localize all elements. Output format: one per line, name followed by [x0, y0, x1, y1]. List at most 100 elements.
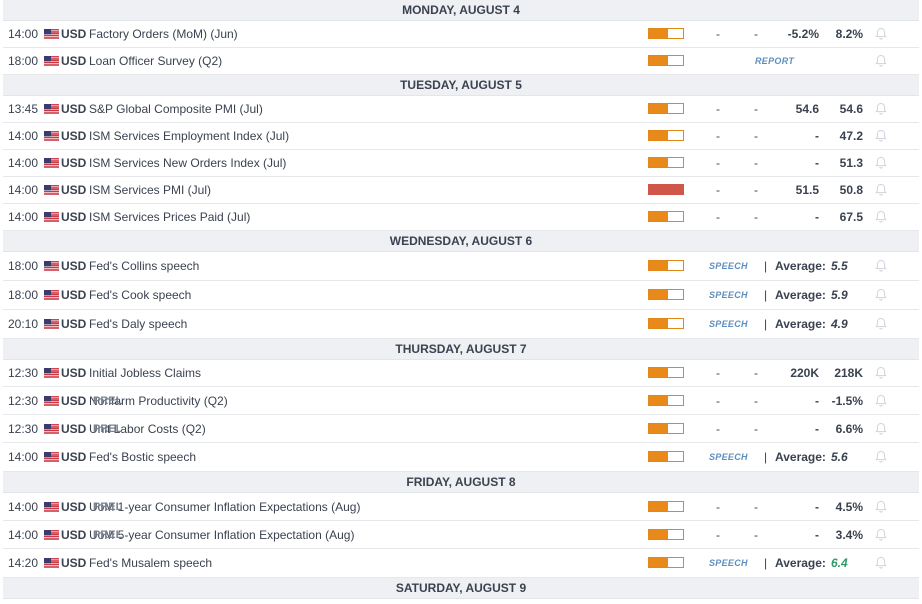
bell-icon[interactable] [874, 183, 888, 197]
bell-icon[interactable] [874, 500, 888, 514]
event-name-text: ISM Services New Orders Index (Jul) [89, 156, 287, 170]
currency-code: USD [61, 421, 87, 436]
us-flag-icon [44, 185, 59, 195]
us-flag-icon [44, 158, 59, 168]
event-name-text: ISM Services Prices Paid (Jul) [89, 210, 251, 224]
importance-bar [648, 318, 684, 329]
day-header: MONDAY, AUGUST 4 [3, 0, 919, 21]
speech-tag: SPEECH [709, 558, 748, 568]
event-row[interactable]: 12:30 USD Unit Labor Costs (Q2) PREL - - -6.6% [3, 415, 919, 443]
average-label: Average: [775, 450, 826, 464]
event-row[interactable]: 14:00 USD ISM Services New Orders Index (J… [3, 150, 919, 177]
importance-fill [649, 395, 668, 405]
previous-value: 54.6 [795, 102, 819, 116]
importance-bar [648, 528, 684, 540]
event-row[interactable]: 12:30 USD Initial Jobless Claims - -220K 218K [3, 360, 919, 387]
bell-icon[interactable] [874, 528, 888, 542]
bell-icon[interactable] [874, 259, 888, 273]
currency-code: USD [61, 527, 87, 542]
importance-fill [649, 290, 668, 299]
event-row[interactable]: 14:00 USD UoM 1-year Consumer Inflation Ex… [3, 493, 919, 521]
event-row[interactable]: 20:10 USD Fed's Daly speech SPEECH | Average:… [3, 310, 919, 339]
bell-icon[interactable] [874, 450, 888, 464]
bell-icon[interactable] [874, 156, 888, 170]
event-row[interactable]: 14:20 USD Fed's Musalem speech SPEECH | Avera… [3, 549, 919, 578]
previous-value: -5.2% [787, 27, 819, 41]
average-value: 6.4 [831, 556, 848, 570]
actual-value: 54.6 [839, 102, 863, 116]
prel-badge: PREL [93, 528, 123, 541]
importance-bar [648, 184, 684, 195]
day-header: SATURDAY, AUGUST 9 [3, 578, 919, 599]
event-time: 20:10 [8, 317, 39, 331]
event-row[interactable]: 12:30 USD Nonfarm Productivity (Q2) PREL - - -… [3, 387, 919, 415]
average-value: 5.9 [831, 288, 848, 302]
event-row[interactable]: 18:00 USD Fed's Collins speech SPEECH | Avera… [3, 252, 919, 281]
bell-icon[interactable] [874, 288, 888, 302]
importance-fill [649, 368, 668, 377]
currency-code: USD [61, 288, 87, 302]
forecast-value: - [716, 366, 720, 380]
importance-bar [648, 289, 684, 300]
event-time: 14:00 [8, 499, 39, 514]
event-row[interactable]: 14:00 USD UoM 5-year Consumer Inflation Ex… [3, 521, 919, 549]
event-time: 14:20 [8, 556, 39, 570]
event-row[interactable]: 14:00 USD ISM Services PMI (Jul) - -51.5 50.8 [3, 177, 919, 204]
bell-icon[interactable] [874, 210, 888, 224]
event-row[interactable]: 14:00 USD Factory Orders (MoM) (Jun) - - -5.2… [3, 21, 919, 48]
event-row[interactable]: 18:00 USD Fed's Cook speech SPEECH | Average:… [3, 281, 919, 310]
prel-badge: PREL [93, 500, 123, 513]
currency-code: USD [61, 393, 87, 408]
event-row[interactable]: 13:45 USD S&P Global Composite PMI (Jul) - -… [3, 96, 919, 123]
previous-value: - [815, 156, 819, 170]
bell-icon[interactable] [874, 556, 888, 570]
bell-icon[interactable] [874, 54, 888, 68]
bell-icon[interactable] [874, 317, 888, 331]
forecast-value: - [716, 156, 720, 170]
prel-badge: PREL [93, 422, 123, 435]
event-time: 14:00 [8, 129, 39, 143]
bell-icon[interactable] [874, 422, 888, 436]
us-flag-icon [44, 368, 59, 378]
us-flag-icon [44, 395, 59, 406]
event-name-text: Fed's Collins speech [89, 259, 200, 273]
day-header: TUESDAY, AUGUST 5 [3, 75, 919, 96]
us-flag-icon [44, 212, 59, 222]
bell-icon[interactable] [874, 27, 888, 41]
importance-fill [649, 185, 683, 194]
event-time: 14:00 [8, 527, 39, 542]
bell-icon[interactable] [874, 366, 888, 380]
event-name-text: Factory Orders (MoM) (Jun) [89, 27, 238, 41]
actual-value: 47.2 [839, 129, 863, 143]
event-time: 18:00 [8, 54, 39, 68]
currency-code: USD [61, 450, 87, 464]
importance-fill [649, 104, 668, 113]
us-flag-icon [44, 131, 59, 141]
event-row[interactable]: 14:00 USD ISM Services Employment Index (J… [3, 123, 919, 150]
us-flag-icon [44, 558, 59, 568]
average-label: Average: [775, 317, 826, 331]
speech-tag: SPEECH [709, 452, 748, 462]
forecast-value: - [716, 393, 720, 408]
bell-icon[interactable] [874, 102, 888, 116]
event-time: 14:00 [8, 27, 39, 41]
previous-value: - [815, 421, 819, 436]
currency-code: USD [61, 183, 87, 197]
event-row[interactable]: 18:00 USD Loan Officer Survey (Q2) REPORT [3, 48, 919, 75]
importance-bar [648, 130, 684, 141]
separator: | [764, 317, 768, 331]
currency-code: USD [61, 102, 87, 116]
bell-icon[interactable] [874, 394, 888, 408]
bell-icon[interactable] [874, 129, 888, 143]
event-row[interactable]: 14:00 USD ISM Services Prices Paid (Jul) - -… [3, 204, 919, 231]
importance-fill [649, 29, 668, 38]
event-name-text: Fed's Musalem speech [89, 556, 213, 570]
event-name-text: Fed's Bostic speech [89, 450, 197, 464]
average-value: 4.9 [831, 317, 848, 331]
importance-fill [649, 56, 668, 65]
us-flag-icon [44, 29, 59, 39]
currency-code: USD [61, 499, 87, 514]
importance-bar [648, 103, 684, 114]
event-name-text: ISM Services Employment Index (Jul) [89, 129, 290, 143]
event-row[interactable]: 14:00 USD Fed's Bostic speech SPEECH | Averag… [3, 443, 919, 472]
